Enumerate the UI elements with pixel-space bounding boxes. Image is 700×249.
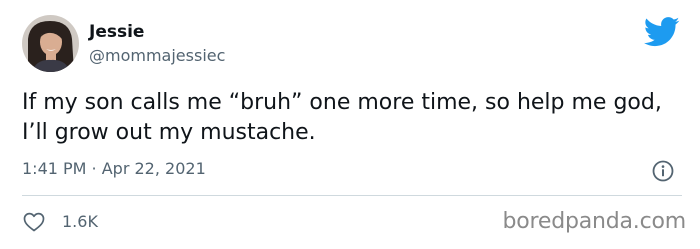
- like-count: 1.6K: [62, 212, 98, 231]
- twitter-bird-icon[interactable]: [644, 17, 680, 47]
- avatar[interactable]: [22, 15, 79, 72]
- like-button[interactable]: 1.6K: [22, 208, 98, 236]
- watermark-boredpanda: boredpanda.com: [502, 209, 686, 234]
- tweet-text: If my son calls me “bruh” one more time,…: [22, 90, 662, 145]
- divider: [22, 195, 682, 196]
- tweet-timestamp[interactable]: 1:41 PM · Apr 22, 2021: [22, 158, 206, 180]
- display-name[interactable]: Jessie: [89, 22, 144, 42]
- heart-icon: [23, 212, 45, 232]
- info-icon[interactable]: [651, 159, 675, 183]
- avatar-image: [22, 15, 79, 72]
- user-handle[interactable]: @mommajessiec: [89, 46, 225, 66]
